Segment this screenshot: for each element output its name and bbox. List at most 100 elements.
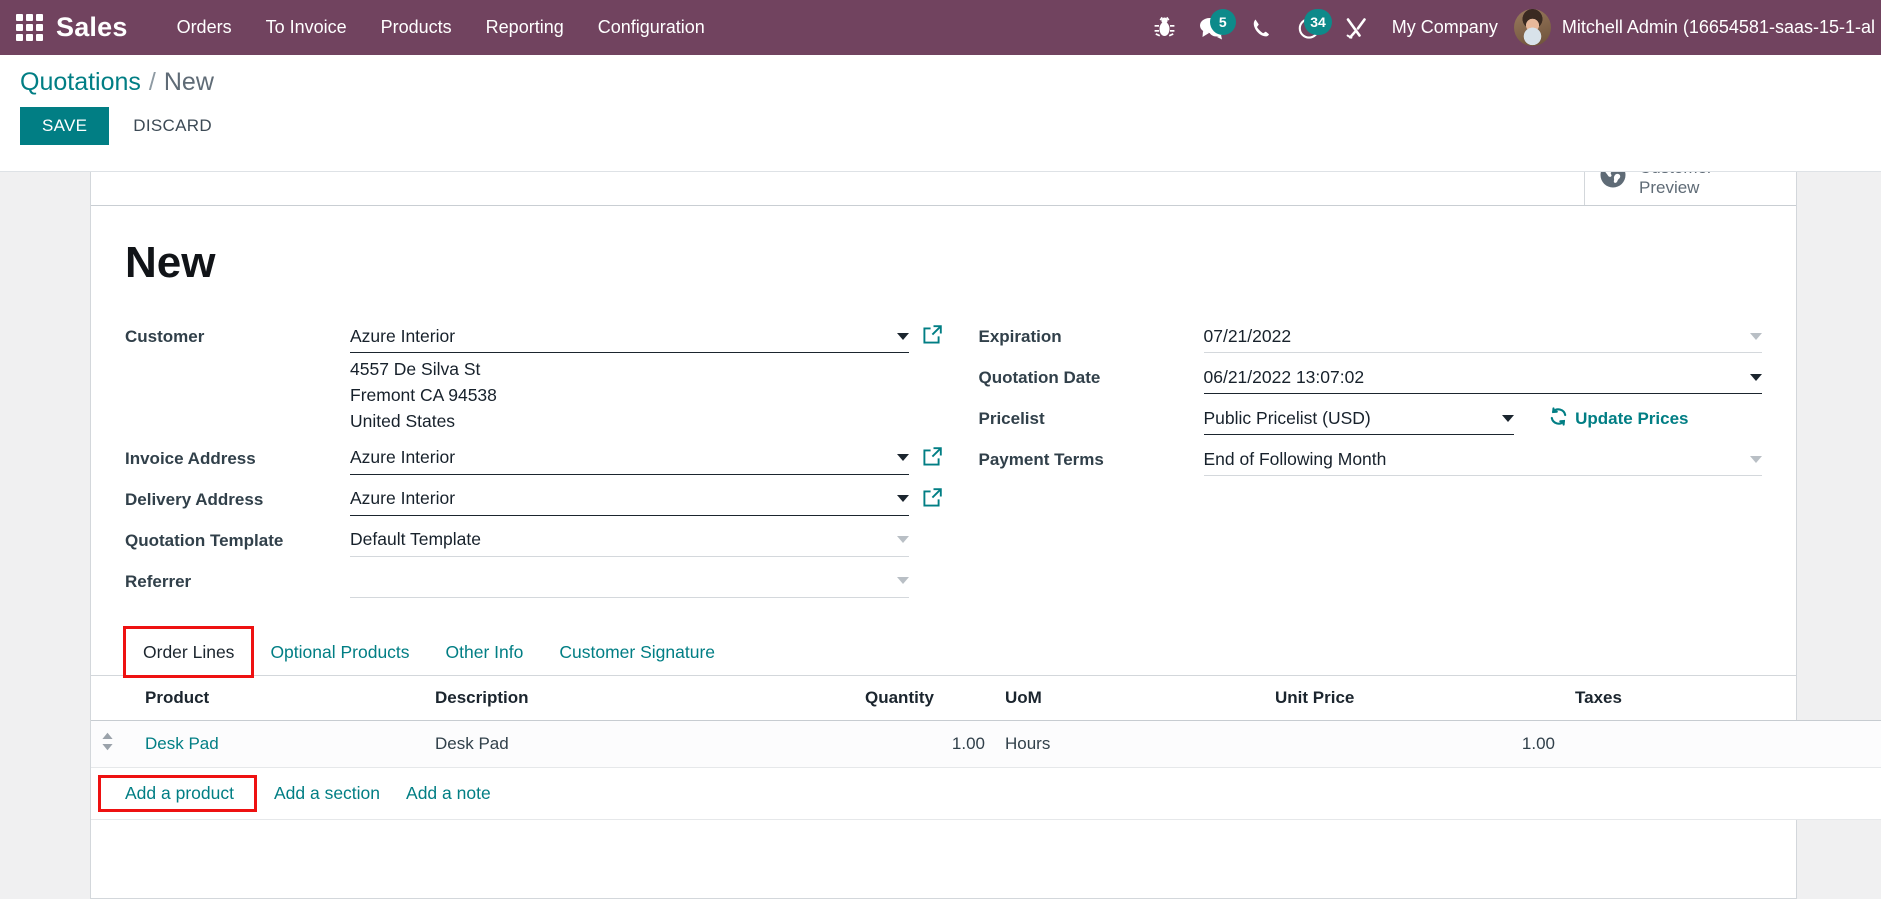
pricelist-input-text: Public Pricelist (USD) bbox=[1203, 407, 1371, 428]
invoice-address-input[interactable]: Azure Interior bbox=[350, 442, 909, 475]
menu-configuration[interactable]: Configuration bbox=[581, 0, 722, 55]
customer-input[interactable]: Azure Interior bbox=[350, 320, 909, 354]
update-prices-label: Update Prices bbox=[1575, 409, 1689, 429]
systray: 5 34 bbox=[1144, 7, 1382, 49]
form-grid: Customer Azure Interior 4557 De Silva St… bbox=[125, 320, 1762, 606]
field-delivery-address-label: Delivery Address bbox=[125, 489, 264, 509]
add-line-cell: Add a product Add a section Add a note bbox=[91, 767, 1881, 820]
quotation-date-input[interactable]: 06/21/2022 13:07:02 bbox=[1203, 361, 1762, 395]
referrer-input[interactable] bbox=[350, 565, 909, 598]
quotation-template-input[interactable]: Default Template bbox=[350, 524, 909, 557]
field-payment-terms-label: Payment Terms bbox=[978, 450, 1104, 470]
expiration-input-text: 07/21/2022 bbox=[1203, 325, 1292, 346]
phone-icon[interactable] bbox=[1240, 7, 1282, 49]
sheet-statusbar: Customer Preview bbox=[91, 172, 1796, 206]
field-quotation-template-value: Default Template bbox=[350, 524, 909, 557]
field-payment-terms-value: End of Following Month bbox=[1203, 443, 1762, 477]
cell-description[interactable]: Desk Pad bbox=[425, 720, 855, 768]
add-line-row: Add a product Add a section Add a note bbox=[91, 767, 1881, 820]
cell-taxes[interactable] bbox=[1565, 720, 1881, 768]
col-product-header[interactable]: Product bbox=[135, 675, 425, 721]
table-header-row: Product Description Quantity UoM Unit Pr… bbox=[91, 675, 1881, 721]
save-button[interactable]: SAVE bbox=[20, 107, 110, 145]
field-customer: Customer Azure Interior 4557 De Silva St… bbox=[125, 320, 942, 435]
apps-grid-icon[interactable] bbox=[12, 11, 46, 45]
add-a-note-link[interactable]: Add a note bbox=[400, 779, 497, 808]
menu-to-invoice[interactable]: To Invoice bbox=[249, 0, 364, 55]
drag-handle-icon[interactable] bbox=[101, 732, 114, 754]
chevron-down-icon[interactable] bbox=[1750, 455, 1762, 463]
sheet-body: New Customer Azure Interior 4557 De Silv… bbox=[91, 206, 1796, 606]
tab-optional-products[interactable]: Optional Products bbox=[252, 628, 427, 676]
breadcrumb: Quotations / New bbox=[20, 67, 1861, 97]
activities-badge: 34 bbox=[1304, 8, 1332, 35]
field-pricelist-label: Pricelist bbox=[978, 409, 1045, 429]
col-uom-header[interactable]: UoM bbox=[995, 675, 1265, 721]
notebook: Order Lines Optional Products Other Info… bbox=[91, 625, 1881, 820]
chevron-down-icon[interactable] bbox=[1750, 332, 1762, 340]
menu-products[interactable]: Products bbox=[364, 0, 469, 55]
add-a-product-link[interactable]: Add a product bbox=[98, 774, 257, 812]
chevron-down-icon[interactable] bbox=[896, 536, 909, 544]
cell-unit-price[interactable]: 1.00 bbox=[1265, 720, 1565, 768]
user-menu[interactable]: Mitchell Admin (16654581-saas-15-1-al bbox=[1513, 9, 1881, 46]
discard-button[interactable]: DISCARD bbox=[123, 107, 222, 145]
user-name-label: Mitchell Admin (16654581-saas-15-1-al bbox=[1561, 17, 1875, 37]
field-quotation-template: Quotation Template Default Template bbox=[125, 524, 909, 558]
table-row[interactable]: Desk Pad Desk Pad 1.00 Hours 1.00 $ 1.00 bbox=[91, 720, 1881, 768]
menu-orders[interactable]: Orders bbox=[160, 0, 249, 55]
col-description-header[interactable]: Description bbox=[425, 675, 855, 721]
chevron-down-icon[interactable] bbox=[896, 332, 909, 340]
col-unit-price-header[interactable]: Unit Price bbox=[1265, 675, 1565, 721]
cell-product[interactable]: Desk Pad bbox=[135, 720, 425, 768]
customer-address-line2: Fremont CA 94538 bbox=[350, 385, 497, 406]
quotation-template-input-text: Default Template bbox=[350, 529, 482, 550]
bug-icon[interactable] bbox=[1144, 7, 1186, 49]
row-drag-handle-cell[interactable] bbox=[91, 720, 135, 768]
chevron-down-icon[interactable] bbox=[896, 495, 909, 503]
menu-reporting[interactable]: Reporting bbox=[469, 0, 581, 55]
refresh-icon bbox=[1549, 407, 1568, 431]
col-handle-header bbox=[91, 675, 135, 721]
app-brand-sales[interactable]: Sales bbox=[56, 14, 128, 41]
chevron-down-icon[interactable] bbox=[1750, 373, 1762, 381]
form-column-left: Customer Azure Interior 4557 De Silva St… bbox=[125, 320, 942, 606]
quotation-date-input-text: 06/21/2022 13:07:02 bbox=[1203, 366, 1365, 387]
order-lines-body: Desk Pad Desk Pad 1.00 Hours 1.00 $ 1.00 bbox=[91, 720, 1881, 820]
payment-terms-input[interactable]: End of Following Month bbox=[1203, 443, 1762, 477]
field-invoice-address-label: Invoice Address bbox=[125, 448, 256, 468]
field-expiration: Expiration 07/21/2022 bbox=[979, 320, 1762, 354]
tab-other-info[interactable]: Other Info bbox=[428, 628, 542, 676]
avatar bbox=[1513, 9, 1551, 46]
expiration-input[interactable]: 07/21/2022 bbox=[1203, 320, 1762, 354]
company-switcher[interactable]: My Company bbox=[1382, 17, 1514, 38]
chevron-down-icon[interactable] bbox=[1501, 414, 1514, 422]
update-prices-button[interactable]: Update Prices bbox=[1549, 407, 1689, 431]
activities-clock-icon[interactable]: 34 bbox=[1288, 7, 1332, 49]
invoice-address-external-link-icon[interactable] bbox=[922, 446, 943, 472]
order-lines-header: Product Description Quantity UoM Unit Pr… bbox=[91, 675, 1881, 721]
col-taxes-header[interactable]: Taxes bbox=[1565, 675, 1881, 721]
tools-icon[interactable] bbox=[1336, 7, 1378, 49]
customer-address-line3: United States bbox=[350, 410, 456, 431]
field-customer-value: Azure Interior 4557 De Silva St Fremont … bbox=[350, 320, 942, 435]
field-referrer: Referrer bbox=[125, 565, 909, 599]
cell-quantity[interactable]: 1.00 bbox=[855, 720, 995, 768]
tab-order-lines[interactable]: Order Lines bbox=[122, 625, 255, 678]
field-quotation-template-label: Quotation Template bbox=[125, 530, 284, 550]
add-a-section-link[interactable]: Add a section bbox=[268, 779, 386, 808]
tab-customer-signature[interactable]: Customer Signature bbox=[541, 628, 733, 676]
col-quantity-header[interactable]: Quantity bbox=[855, 675, 995, 721]
customer-external-link-icon[interactable] bbox=[922, 324, 943, 350]
messages-icon[interactable]: 5 bbox=[1192, 7, 1236, 49]
pricelist-input[interactable]: Public Pricelist (USD) bbox=[1203, 402, 1514, 436]
customer-preview-button[interactable]: Customer Preview bbox=[1584, 172, 1796, 205]
field-referrer-value bbox=[350, 565, 909, 598]
delivery-address-input[interactable]: Azure Interior bbox=[350, 483, 909, 516]
chevron-down-icon[interactable] bbox=[896, 577, 909, 585]
breadcrumb-quotations[interactable]: Quotations bbox=[20, 67, 141, 97]
add-links: Add a product Add a section Add a note bbox=[98, 774, 1881, 812]
cell-uom[interactable]: Hours bbox=[995, 720, 1265, 768]
chevron-down-icon[interactable] bbox=[896, 454, 909, 462]
delivery-address-external-link-icon[interactable] bbox=[922, 487, 943, 513]
